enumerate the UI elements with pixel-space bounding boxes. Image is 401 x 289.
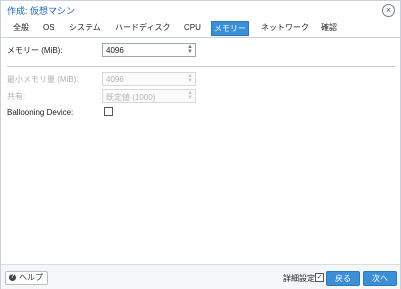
back-button[interactable]: 戻る [326,271,360,286]
tab-general[interactable]: 全般 [11,21,31,34]
next-button[interactable]: 次へ [363,271,397,286]
shares-row: 共有: 既定値 (1000) ▲ ▼ [1,89,400,103]
help-label: ヘルプ [19,273,43,282]
memory-row: メモリー (MiB): 4096 ▲ ▼ [1,43,400,57]
tab-os[interactable]: OS [41,21,57,34]
spinner-icon: ▲ ▼ [187,90,193,101]
spinner-icon: ▲ ▼ [187,73,193,84]
tab-hard-disk[interactable]: ハードディスク [113,21,172,34]
dialog-title: 作成: 仮想マシン [7,6,76,16]
close-icon[interactable]: × [382,4,395,17]
advanced-label: 詳細設定 [283,274,315,283]
advanced-checkbox[interactable]: ✓ [315,273,324,282]
help-icon: ? [9,274,16,281]
spinner-icon[interactable]: ▲ ▼ [187,44,193,55]
shares-input: 既定値 (1000) ▲ ▼ [102,89,196,103]
ballooning-checkbox[interactable] [104,107,113,116]
min-memory-label: 最小メモリ量 (MiB): [7,75,79,84]
shares-value: 既定値 (1000) [106,93,156,102]
min-memory-value: 4096 [106,75,124,84]
tab-cpu[interactable]: CPU [182,21,203,34]
help-button[interactable]: ? ヘルプ [5,271,48,285]
tab-confirm[interactable]: 確認 [319,21,339,34]
divider [7,66,395,67]
tab-memory[interactable]: メモリー [211,21,249,36]
tab-network[interactable]: ネットワーク [259,21,311,34]
create-vm-dialog: 作成: 仮想マシン × 全般 OS システム ハードディスク CPU メモリー … [0,0,401,289]
memory-panel: メモリー (MiB): 4096 ▲ ▼ 最小メモリ量 (MiB): 4096 ▲… [1,38,400,264]
dialog-footer: ? ヘルプ 詳細設定 ✓ 戻る 次へ [1,264,400,289]
tab-system[interactable]: システム [67,21,103,34]
dialog-titlebar: 作成: 仮想マシン × [1,1,400,19]
memory-value: 4096 [106,46,124,55]
wizard-tabs: 全般 OS システム ハードディスク CPU メモリー ネットワーク 確認 [1,19,400,38]
min-memory-input: 4096 ▲ ▼ [102,72,196,86]
min-memory-row: 最小メモリ量 (MiB): 4096 ▲ ▼ [1,72,400,86]
memory-input[interactable]: 4096 ▲ ▼ [102,43,196,57]
shares-label: 共有: [7,92,26,101]
ballooning-row: Ballooning Device: [1,106,400,120]
ballooning-label: Ballooning Device: [7,108,74,117]
memory-label: メモリー (MiB): [7,46,63,55]
